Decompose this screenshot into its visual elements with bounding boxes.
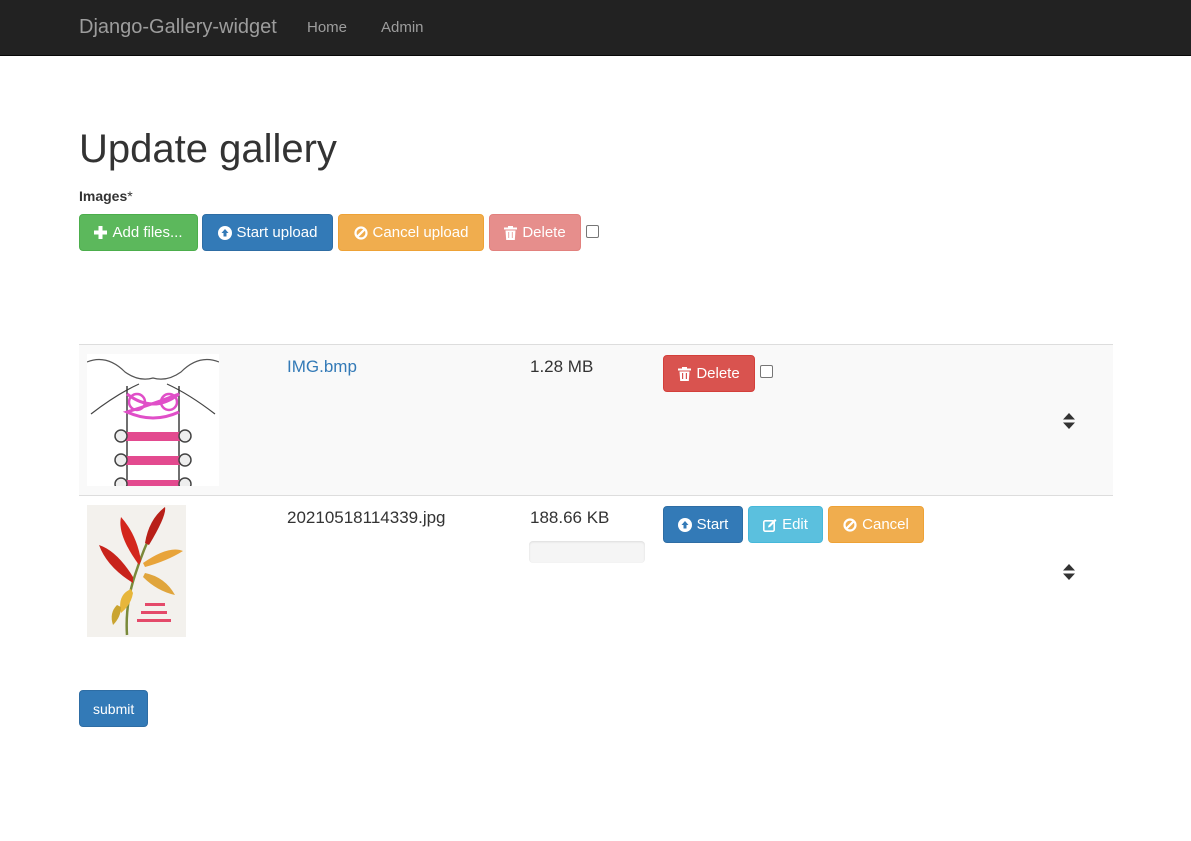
sort-handle-icon[interactable] [1062,563,1076,581]
cancel-upload-label: Cancel upload [372,224,469,241]
sort-handle-icon[interactable] [1062,412,1076,430]
edit-file-label: Edit [782,516,808,533]
ban-icon [353,225,368,240]
select-all-checkbox[interactable] [586,225,599,238]
page-title: Update gallery [79,127,337,171]
required-mark: * [127,188,133,204]
submit-button[interactable]: submit [79,690,149,727]
delete-selected-label: Delete [522,224,566,241]
nav-link-admin[interactable]: Admin [381,19,424,36]
table-row: IMG.bmp 1.28 MB Delete [79,344,1113,495]
delete-selected-button[interactable]: Delete [489,214,581,251]
start-upload-label: Start upload [236,224,318,241]
table-row: 20210518114339.jpg 188.66 KB Start Edit … [79,495,1113,646]
edit-icon [763,518,777,532]
file-thumbnail [87,505,186,637]
start-upload-button[interactable]: Start upload [202,214,333,251]
cancel-file-button[interactable]: Cancel [828,506,924,543]
trash-icon [504,225,518,240]
file-thumbnail[interactable] [87,354,219,486]
delete-file-label: Delete [696,365,740,382]
cancel-upload-button[interactable]: Cancel upload [338,214,484,251]
nav-link-home[interactable]: Home [307,19,347,36]
file-size: 188.66 KB [530,508,610,527]
upload-circle-icon [677,517,692,532]
delete-file-button[interactable]: Delete [663,355,755,392]
file-select-checkbox[interactable] [760,365,773,378]
images-field-label: Images* [79,188,133,204]
file-size: 1.28 MB [530,357,594,376]
flower-image [87,505,186,637]
file-name: 20210518114339.jpg [287,508,446,527]
plus-icon [94,226,108,239]
cancel-file-label: Cancel [862,516,909,533]
ban-icon [843,517,857,532]
edit-file-button[interactable]: Edit [748,506,823,543]
trash-icon [678,366,692,381]
shoelace-image [87,354,219,486]
add-files-button[interactable]: Add files... [79,214,198,251]
start-file-button[interactable]: Start [663,506,743,543]
upload-circle-icon [217,225,232,240]
navbar-brand[interactable]: Django-Gallery-widget [79,16,277,39]
navbar: Django-Gallery-widget Home Admin [0,0,1191,56]
field-label-text: Images [79,188,128,204]
file-name-link[interactable]: IMG.bmp [287,357,357,377]
upload-progress-bar [529,541,645,563]
start-file-label: Start [696,516,729,533]
add-files-label: Add files... [112,224,183,241]
